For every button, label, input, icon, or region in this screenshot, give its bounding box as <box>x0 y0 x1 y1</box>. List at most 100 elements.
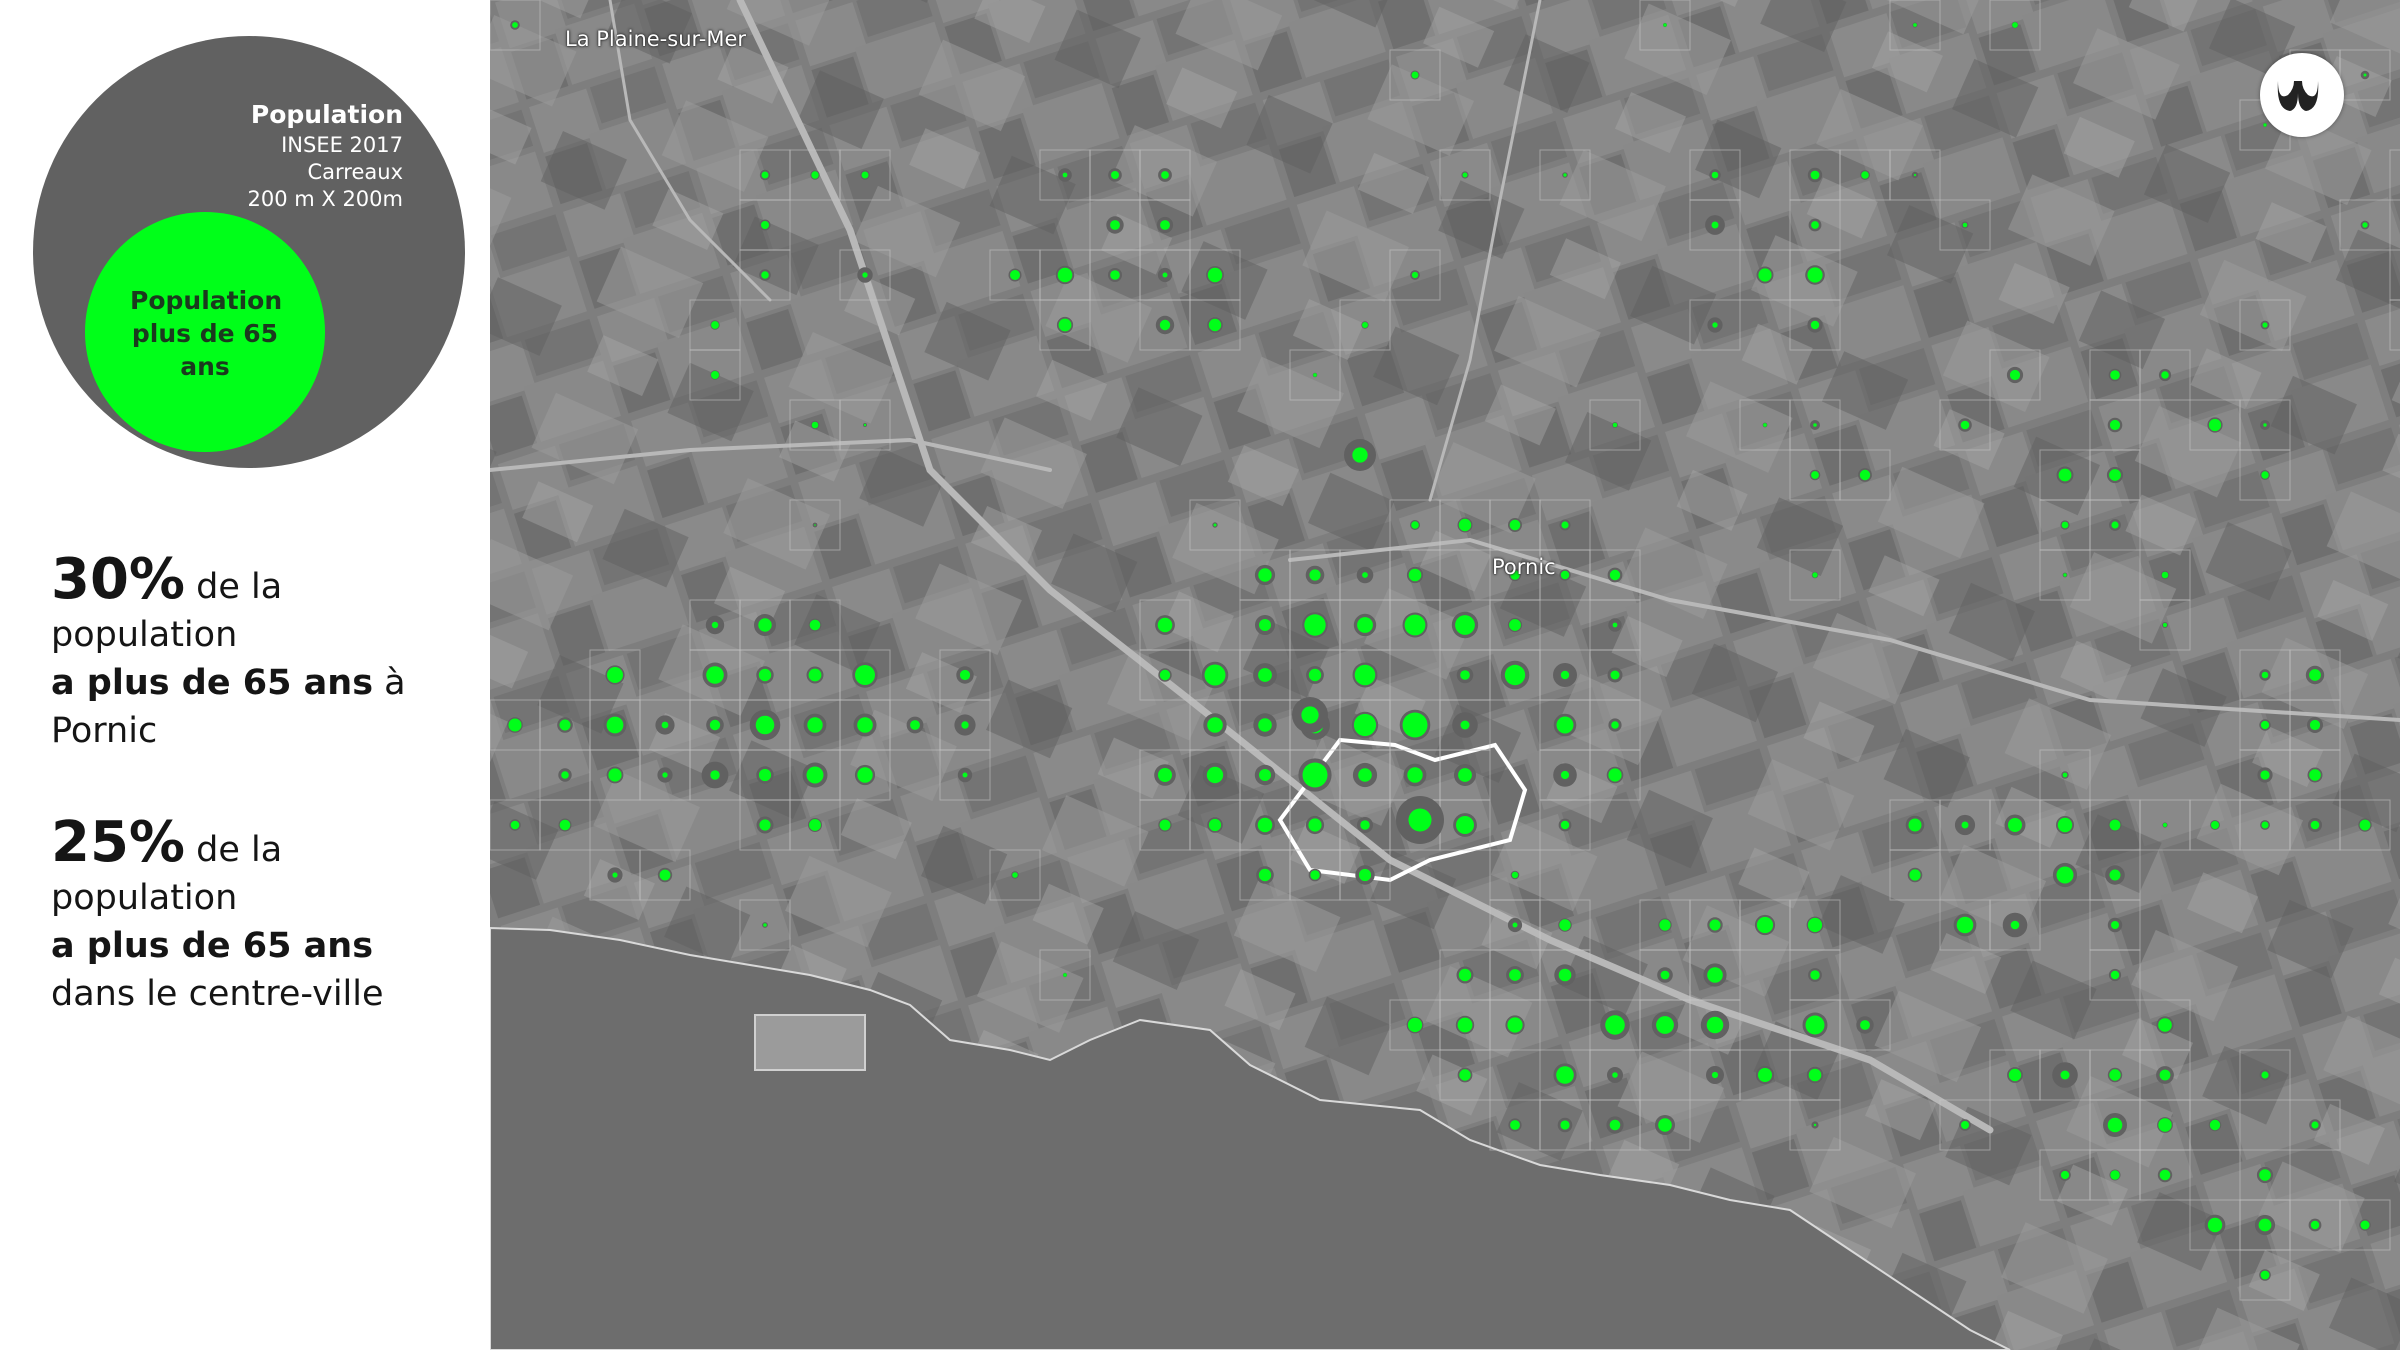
population-65-plus-circle <box>1455 615 1475 635</box>
population-65-plus-circle <box>808 668 822 682</box>
population-65-plus-circle <box>510 820 520 830</box>
population-65-plus-circle <box>761 221 769 229</box>
population-65-plus-circle <box>1860 1020 1870 1030</box>
population-65-plus-circle <box>661 721 669 729</box>
population-65-plus-circle <box>1811 471 1819 479</box>
population-65-plus-circle <box>1558 968 1572 982</box>
population-65-plus-circle <box>1110 270 1120 280</box>
place-label-plaine: La Plaine-sur-Mer <box>565 27 747 51</box>
population-65-plus-circle <box>2012 22 2018 28</box>
population-65-plus-circle <box>1162 272 1168 278</box>
population-65-plus-circle <box>863 423 867 427</box>
population-65-plus-circle <box>2109 1069 2121 1081</box>
population-65-plus-circle <box>2008 818 2022 832</box>
population-65-plus-circle <box>2060 1070 2070 1080</box>
population-65-plus-circle <box>809 619 821 631</box>
population-65-plus-circle <box>1612 1072 1618 1078</box>
population-65-plus-circle <box>1360 820 1370 830</box>
population-65-plus-circle <box>1404 614 1426 636</box>
population-65-plus-circle <box>1258 568 1272 582</box>
population-65-plus-circle <box>1706 1016 1724 1034</box>
population-65-plus-circle <box>2061 521 2069 529</box>
population-65-plus-circle <box>662 772 668 778</box>
legend-grid-size: 200 m X 200m <box>247 187 404 211</box>
population-65-plus-circle <box>1909 869 1921 881</box>
population-65-plus-circle <box>2060 1170 2070 1180</box>
place-label-pornic: Pornic <box>1492 555 1556 579</box>
population-65-plus-circle <box>761 271 769 279</box>
population-65-plus-circle <box>807 717 823 733</box>
population-65-plus-circle <box>2211 821 2219 829</box>
population-65-plus-circle <box>1556 716 1574 734</box>
population-65-plus-circle <box>1407 1017 1423 1033</box>
population-65-plus-circle <box>2261 471 2269 479</box>
population-65-plus-circle <box>1609 1119 1621 1131</box>
population-65-plus-circle <box>1208 818 1222 832</box>
population-65-plus-circle <box>1458 768 1472 782</box>
population-65-plus-circle <box>1208 318 1222 332</box>
population-65-plus-circle <box>1560 770 1570 780</box>
population-65-plus-circle <box>1411 71 1419 79</box>
population-65-plus-circle <box>1207 267 1223 283</box>
population-65-plus-circle <box>1810 320 1820 330</box>
population-65-plus-circle <box>1610 670 1620 680</box>
population-65-plus-circle <box>857 717 873 733</box>
population-65-plus-circle <box>2058 468 2072 482</box>
population-65-plus-circle <box>1605 1015 1625 1035</box>
brand-logo-icon[interactable] <box>2260 53 2344 137</box>
population-65-plus-circle <box>2261 821 2269 829</box>
population-65-plus-circle <box>1960 420 1970 430</box>
population-65-plus-circle <box>2209 1119 2221 1131</box>
population-65-plus-circle <box>855 665 875 685</box>
population-65-plus-circle <box>2363 73 2367 77</box>
population-65-plus-circle <box>606 716 624 734</box>
population-65-plus-circle <box>1758 268 1772 282</box>
population-65-plus-circle <box>2110 970 2120 980</box>
population-65-plus-circle <box>1259 769 1271 781</box>
stat-rest: de la <box>185 567 283 607</box>
population-65-plus-circle <box>2110 1170 2120 1180</box>
population-65-plus-circle <box>2258 1218 2272 1232</box>
population-65-plus-circle <box>1058 318 1072 332</box>
stat-bold-phrase: a plus de 65 ans <box>51 663 374 703</box>
population-65-plus-circle <box>1358 768 1372 782</box>
legend-title: Population <box>250 100 403 129</box>
population-65-plus-circle <box>559 819 571 831</box>
population-65-plus-circle <box>806 766 824 784</box>
population-65-plus-circle <box>1206 766 1224 784</box>
population-65-plus-circle <box>1507 1017 1523 1033</box>
legend-65-plus-label-text: Population plus de 65 ans <box>130 286 283 381</box>
population-65-plus-circle <box>1308 668 1322 682</box>
population-65-plus-circle <box>1561 521 1569 529</box>
population-65-plus-circle <box>2109 869 2121 881</box>
population-65-plus-circle <box>962 772 968 778</box>
population-65-plus-circle <box>2158 1018 2172 1032</box>
stat-pornic: 30% de la population a plus de 65 ans à … <box>51 552 481 755</box>
population-65-plus-circle <box>1913 173 1917 177</box>
map[interactable]: La Plaine-sur-Mer Pornic <box>490 0 2400 1350</box>
population-65-plus-circle <box>2261 1071 2269 1079</box>
population-65-plus-circle <box>758 768 772 782</box>
population-65-plus-circle <box>758 668 772 682</box>
population-65-plus-circle <box>1512 922 1518 928</box>
population-65-plus-circle <box>711 621 719 629</box>
population-65-plus-circle <box>1560 670 1570 680</box>
population-65-plus-circle <box>2162 622 2168 628</box>
population-65-plus-circle <box>2310 820 2320 830</box>
population-65-plus-circle <box>1810 170 1820 180</box>
population-65-plus-circle <box>1962 222 1968 228</box>
population-65-plus-circle <box>1362 572 1368 578</box>
population-65-plus-circle <box>1709 919 1721 931</box>
population-65-plus-circle <box>2111 521 2119 529</box>
population-65-plus-circle <box>1763 423 1767 427</box>
population-65-plus-circle <box>2359 819 2371 831</box>
stat-bold-phrase: a plus de 65 ans <box>51 926 374 966</box>
population-65-plus-circle <box>1660 970 1670 980</box>
population-65-plus-circle <box>1358 868 1372 882</box>
stat-line-4: Pornic <box>51 711 158 751</box>
legend: Population INSEE 2017 Carreaux 200 m X 2… <box>33 36 465 468</box>
population-65-plus-circle <box>1511 871 1519 879</box>
population-65-plus-circle <box>2159 1169 2171 1181</box>
population-65-plus-circle <box>559 719 571 731</box>
map-canvas[interactable] <box>490 0 2400 1350</box>
